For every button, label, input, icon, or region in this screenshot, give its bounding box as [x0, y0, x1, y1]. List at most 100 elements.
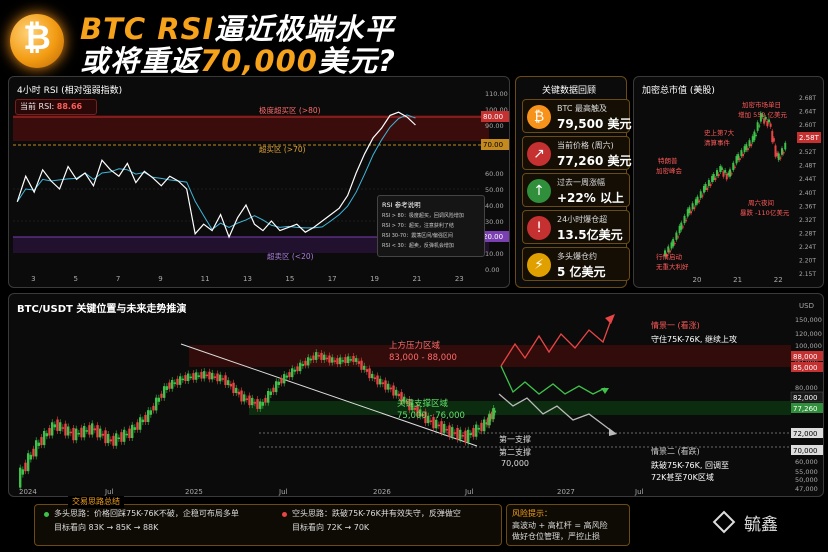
btc-candle: [179, 376, 182, 385]
btc-candle: [237, 391, 241, 395]
rsi-legend-box: RSI 参考说明 RSI > 80：极度超买，回调风险增加 RSI > 70：超…: [377, 195, 485, 257]
scenario-2-line2: 72K甚至70K区域: [651, 472, 714, 482]
short-dot-icon: [282, 512, 287, 517]
mcap-candle: [772, 138, 775, 142]
risk-line-2: 做好仓位管理，严控止损: [512, 532, 600, 541]
btc-candle: [443, 423, 446, 433]
btc-candle: [480, 422, 483, 432]
btc-candle: [253, 402, 257, 404]
btc-candle: [99, 428, 102, 438]
tag-88000: 88,000: [793, 353, 818, 361]
mcap-candle: [750, 144, 753, 147]
btc-candle: [381, 382, 385, 385]
support-1-label: 第一支撑: [499, 434, 531, 444]
mcap-candle: [738, 158, 741, 161]
btc-candle: [304, 360, 307, 366]
btc-candle: [184, 375, 187, 382]
btc-x-tick: 2027: [557, 488, 575, 496]
mcap-candle: [784, 142, 787, 150]
btc-candle: [155, 397, 158, 411]
bull-path-green: [500, 365, 606, 395]
tag-85000: 85,000: [793, 364, 818, 372]
btc-candle: [115, 433, 118, 446]
mcap-candle: [779, 157, 782, 159]
stat-value: +22% 以上: [557, 191, 624, 205]
btc-candle: [195, 372, 198, 380]
btc-candle: [312, 355, 315, 360]
mcap-y-tick: 2.36T: [799, 203, 816, 210]
btc-candle: [251, 397, 254, 406]
btc-candle: [72, 427, 75, 441]
btc-candle: [88, 425, 91, 435]
watermark: 毓鑫: [744, 515, 778, 535]
mcap-candle: [717, 174, 720, 177]
mcap-annotation-2: 特朗普: [658, 156, 678, 165]
warning-icon: !: [527, 216, 551, 240]
summary-title: 交易思路总结: [68, 496, 124, 508]
btc-candle: [493, 410, 497, 413]
stat-value: 5 亿美元: [557, 265, 606, 279]
rsi-y-tick: 90.00: [485, 122, 504, 130]
tag-20: 20.00: [483, 233, 503, 241]
btc-candle: [445, 429, 449, 431]
mcap-annotation-0b: 增加 550 亿美元: [738, 110, 788, 119]
mcap-x-tick: 21: [733, 276, 742, 284]
mcap-annotation-1b: 清算事件: [704, 138, 731, 147]
btc-candle: [160, 393, 163, 398]
btc-candle: [51, 422, 54, 436]
short-line-2: 目标看向 72K → 70K: [292, 523, 370, 532]
btc-candle: [387, 383, 390, 390]
mcap-candle: [746, 148, 749, 151]
bitcoin-coin-icon: ₿: [10, 14, 64, 68]
btc-candle: [19, 467, 22, 488]
mcap-candle: [675, 232, 678, 240]
mcap-candle: [699, 191, 702, 198]
btc-candle: [365, 369, 369, 372]
rsi-y-tick: 10.00: [485, 250, 504, 258]
btc-candle: [107, 433, 110, 444]
scenario-1-text: 守住75K-76K, 继续上攻: [651, 334, 737, 344]
tag-70000: 70,000: [793, 447, 818, 455]
btc-candle: [288, 372, 291, 378]
rsi-x-tick: 9: [158, 275, 162, 283]
btc-candle: [123, 429, 126, 442]
btc-candle: [456, 427, 459, 440]
btc-candle: [85, 430, 89, 432]
btc-x-tick: Jul: [104, 488, 114, 496]
btc-candle: [205, 374, 209, 377]
mcap-candle: [724, 170, 727, 173]
btc-candle: [245, 398, 249, 400]
stat-value: 77,260 美元: [557, 154, 632, 168]
btc-candle: [333, 360, 337, 362]
btc-x-tick: Jul: [278, 488, 288, 496]
btc-candle: [219, 374, 222, 382]
btc-candle: [53, 424, 57, 428]
btc-x-tick: Jul: [634, 488, 644, 496]
btc-candle: [395, 389, 398, 396]
mcap-y-tick: 2.60T: [799, 122, 816, 129]
chart-up-icon: ↗: [527, 142, 551, 166]
rsi-y-tick: 110.00: [485, 90, 508, 98]
stat-card-2: ↑ 过去一周涨幅 +22% 以上: [522, 173, 630, 207]
mcap-candle: [755, 134, 757, 136]
btc-candle: [440, 421, 443, 433]
btc-candle: [24, 462, 27, 472]
mcap-candle: [690, 211, 692, 214]
support-2-value: 70,000: [501, 459, 529, 468]
short-line-1: 空头思路：跌破75K-76K并有效失守，反弹做空: [292, 509, 461, 518]
btc-candle: [488, 413, 491, 426]
rsi-x-tick: 7: [116, 275, 120, 283]
btc-candle: [349, 359, 353, 361]
tag-80: 80.00: [483, 113, 503, 121]
stat-card-3: ! 24小时爆仓超 13.5亿美元: [522, 210, 630, 244]
btc-candle: [283, 374, 286, 384]
bitcoin-icon: ₿: [527, 105, 551, 129]
btc-candle: [173, 382, 177, 384]
mcap-candle: [729, 169, 731, 177]
btc-candle: [64, 423, 67, 436]
mcap-y-tick: 2.40T: [799, 190, 816, 197]
mcap-y-tick: 2.24T: [799, 244, 816, 251]
stat-label: 24小时爆仓超: [557, 215, 608, 224]
long-dot-icon: [44, 512, 49, 517]
btc-candle: [336, 358, 339, 365]
